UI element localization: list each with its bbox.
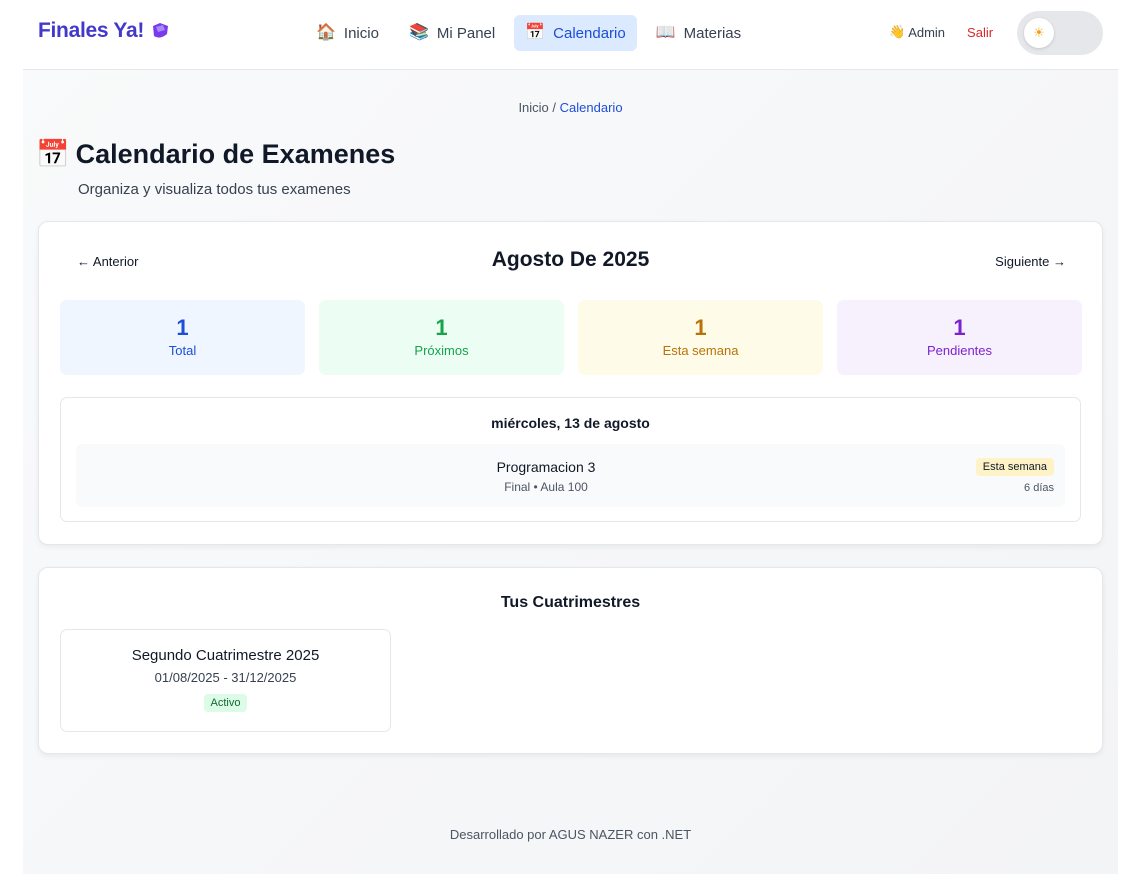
cuatrimestre-dates: 01/08/2025 - 31/12/2025 bbox=[154, 670, 297, 685]
nav-label: Calendario bbox=[553, 24, 626, 42]
page-subtitle: Organiza y visualiza todos tus examenes bbox=[78, 181, 351, 198]
stat-value: 1 bbox=[694, 315, 707, 340]
nav-materias[interactable]: 📖 Materias bbox=[645, 15, 752, 51]
breadcrumb-separator: / bbox=[552, 100, 557, 115]
page-title: 📅 Calendario de Examenes bbox=[36, 138, 395, 170]
days-remaining: 6 días bbox=[1024, 482, 1054, 494]
nav-mi-panel[interactable]: 📚 Mi Panel bbox=[398, 15, 506, 51]
books-icon: 📚 bbox=[408, 24, 429, 41]
nav-inicio[interactable]: 🏠 Inicio bbox=[305, 15, 390, 51]
nav-label: Mi Panel bbox=[436, 24, 496, 42]
sun-icon: ☀ bbox=[1024, 18, 1054, 48]
stat-label: Total bbox=[168, 343, 197, 358]
calendar-icon: 📅 bbox=[36, 139, 70, 169]
stat-label: Pendientes bbox=[926, 343, 993, 358]
stat-pendientes: 1 Pendientes bbox=[837, 300, 1082, 375]
stat-proximos: 1 Próximos bbox=[319, 300, 564, 375]
cuatrimestres-card: Tus Cuatrimestres Segundo Cuatrimestre 2… bbox=[38, 567, 1103, 754]
exam-subject: Programacion 3 bbox=[496, 459, 596, 475]
calendar-icon: 📅 bbox=[525, 24, 546, 41]
nav-label: Inicio bbox=[343, 24, 379, 42]
breadcrumb-home[interactable]: Inicio bbox=[518, 100, 548, 115]
graduation-cap-icon bbox=[153, 23, 169, 38]
user-area: 👋 Admin Salir bbox=[889, 24, 993, 40]
exam-item[interactable]: Programacion 3 Final • Aula 100 Esta sem… bbox=[76, 444, 1065, 507]
user-greeting: 👋 Admin bbox=[889, 24, 945, 40]
stat-value: 1 bbox=[176, 315, 189, 340]
theme-toggle[interactable]: ☀ bbox=[1017, 11, 1103, 55]
breadcrumb-current: Calendario bbox=[559, 100, 623, 115]
nav-calendario[interactable]: 📅 Calendario bbox=[514, 15, 637, 51]
main-nav: 🏠 Inicio 📚 Mi Panel 📅 Calendario 📖 Mater… bbox=[305, 15, 752, 51]
cuatrimestre-name: Segundo Cuatrimestre 2025 bbox=[131, 647, 320, 664]
nav-label: Materias bbox=[683, 24, 742, 42]
stat-value: 1 bbox=[435, 315, 448, 340]
stat-total: 1 Total bbox=[60, 300, 305, 375]
logout-link[interactable]: Salir bbox=[967, 25, 993, 40]
stat-label: Esta semana bbox=[662, 343, 739, 358]
footer: Desarrollado por AGUS NAZER con .NET bbox=[449, 827, 692, 842]
brand-logo[interactable]: Finales Ya! bbox=[38, 19, 170, 43]
status-badge: Esta semana bbox=[975, 458, 1054, 476]
waving-hand-icon: 👋 bbox=[889, 24, 906, 39]
stat-esta-semana: 1 Esta semana bbox=[578, 300, 823, 375]
open-book-icon: 📖 bbox=[655, 24, 676, 41]
house-icon: 🏠 bbox=[316, 24, 336, 41]
exam-meta: Final • Aula 100 bbox=[504, 480, 588, 494]
status-badge: Activo bbox=[203, 694, 248, 712]
stat-value: 1 bbox=[953, 315, 966, 340]
section-title: Tus Cuatrimestres bbox=[500, 594, 641, 611]
page-title-text: Calendario de Examenes bbox=[75, 138, 396, 169]
top-navbar: Finales Ya! 🏠 Inicio 📚 Mi Panel 📅 Calend… bbox=[23, 0, 1118, 70]
day-heading: miércoles, 13 de agosto bbox=[491, 415, 650, 431]
month-title: Agosto De 2025 bbox=[491, 248, 650, 271]
breadcrumb: Inicio / Calendario bbox=[23, 100, 1118, 115]
cuatrimestre-item[interactable]: Segundo Cuatrimestre 2025 01/08/2025 - 3… bbox=[60, 629, 391, 732]
page: Finales Ya! 🏠 Inicio 📚 Mi Panel 📅 Calend… bbox=[23, 0, 1118, 874]
next-month-button[interactable]: Siguiente → bbox=[995, 254, 1066, 269]
stats-row: 1 Total 1 Próximos 1 Esta semana 1 Pendi… bbox=[60, 300, 1082, 375]
brand-name: Finales Ya! bbox=[38, 19, 145, 42]
calendar-card: ← Anterior Agosto De 2025 Siguiente → 1 … bbox=[38, 221, 1103, 545]
stat-label: Próximos bbox=[414, 343, 469, 358]
user-name: Admin bbox=[908, 24, 946, 40]
day-group: miércoles, 13 de agosto Programacion 3 F… bbox=[60, 397, 1081, 522]
